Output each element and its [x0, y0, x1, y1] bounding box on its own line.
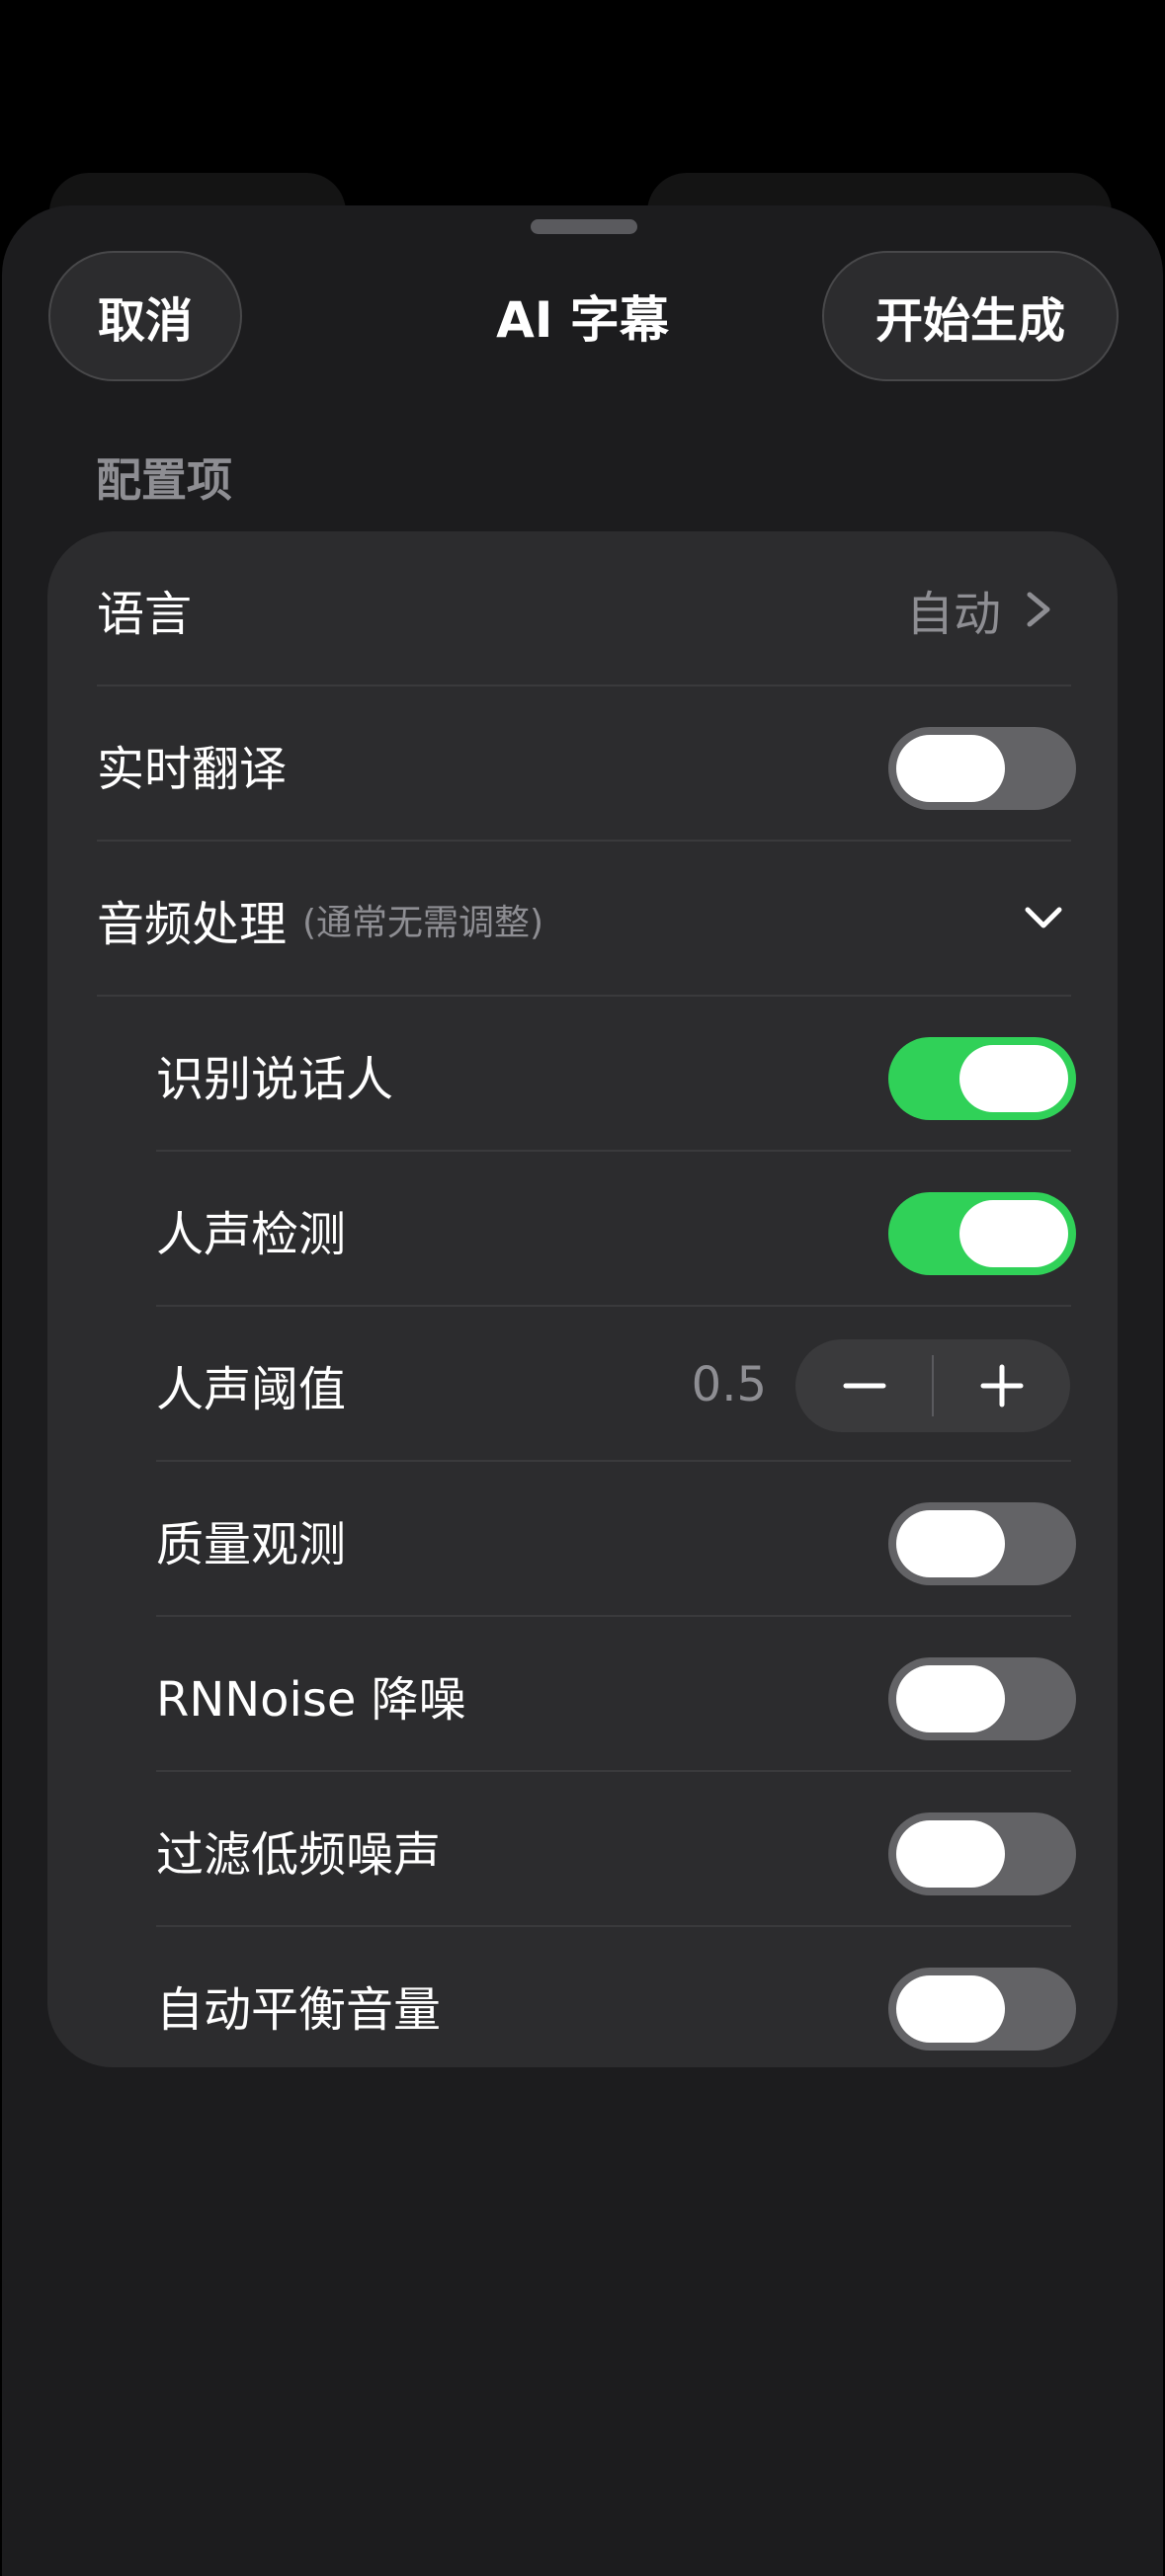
chevron-right-icon: [1027, 592, 1050, 627]
realtime-translate-row: 实时翻译: [47, 686, 1118, 842]
auto-volume-toggle[interactable]: [888, 1968, 1076, 2051]
section-label: 配置项: [96, 453, 232, 507]
settings-card: 语言 自动 实时翻译 音频处理 (通常无需调整) 识别说话人 人声检测 人声阈值…: [47, 531, 1118, 2067]
plus-icon: [980, 1364, 1023, 1408]
speaker-diarization-label: 识别说话人: [156, 1051, 394, 1107]
toggle-knob: [959, 1200, 1068, 1267]
quality-monitor-label: 质量观测: [156, 1516, 347, 1572]
auto-volume-label: 自动平衡音量: [156, 1981, 442, 2038]
audio-processing-title: 音频处理: [97, 896, 288, 952]
toggle-knob: [896, 1665, 1005, 1732]
rnnoise-toggle[interactable]: [888, 1657, 1076, 1740]
sheet-grabber[interactable]: [531, 219, 637, 234]
speaker-diarization-row: 识别说话人: [47, 997, 1118, 1152]
quality-monitor-toggle[interactable]: [888, 1502, 1076, 1585]
voice-threshold-value: 0.5: [691, 1356, 767, 1412]
minus-icon: [843, 1383, 885, 1389]
chevron-down-icon: [1025, 907, 1062, 928]
toggle-knob: [896, 735, 1005, 802]
audio-processing-row[interactable]: 音频处理 (通常无需调整): [47, 842, 1118, 997]
toggle-knob: [896, 1820, 1005, 1888]
increment-button[interactable]: [933, 1339, 1070, 1432]
toggle-knob: [896, 1510, 1005, 1577]
realtime-translate-label: 实时翻译: [97, 741, 288, 797]
language-value: 自动: [905, 586, 1001, 642]
low-freq-filter-label: 过滤低频噪声: [156, 1826, 442, 1883]
voice-detection-row: 人声检测: [47, 1152, 1118, 1307]
quality-monitor-row: 质量观测: [47, 1462, 1118, 1617]
audio-processing-hint: (通常无需调整): [302, 902, 544, 943]
audio-processing-label: 音频处理 (通常无需调整): [97, 842, 543, 997]
start-generate-button[interactable]: 开始生成: [822, 251, 1119, 381]
voice-detection-toggle[interactable]: [888, 1192, 1076, 1275]
realtime-translate-toggle[interactable]: [888, 727, 1076, 810]
low-freq-filter-toggle[interactable]: [888, 1812, 1076, 1895]
language-label: 语言: [97, 586, 193, 642]
voice-threshold-label: 人声阈值: [156, 1361, 347, 1417]
ai-subtitle-sheet: 取消 AI 字幕 开始生成 配置项 语言 自动 实时翻译 音频处理 (通常无需调…: [2, 205, 1163, 2576]
voice-threshold-row: 人声阈值 0.5: [47, 1307, 1118, 1462]
auto-volume-row: 自动平衡音量: [47, 1927, 1118, 2082]
rnnoise-row: RNNoise 降噪: [47, 1617, 1118, 1772]
voice-detection-label: 人声检测: [156, 1206, 347, 1262]
voice-threshold-stepper: [795, 1339, 1070, 1432]
speaker-diarization-toggle[interactable]: [888, 1037, 1076, 1120]
toggle-knob: [896, 1975, 1005, 2043]
toggle-knob: [959, 1045, 1068, 1112]
rnnoise-label: RNNoise 降噪: [156, 1671, 466, 1728]
low-freq-filter-row: 过滤低频噪声: [47, 1772, 1118, 1927]
decrement-button[interactable]: [795, 1339, 933, 1432]
language-row[interactable]: 语言 自动: [47, 531, 1118, 686]
